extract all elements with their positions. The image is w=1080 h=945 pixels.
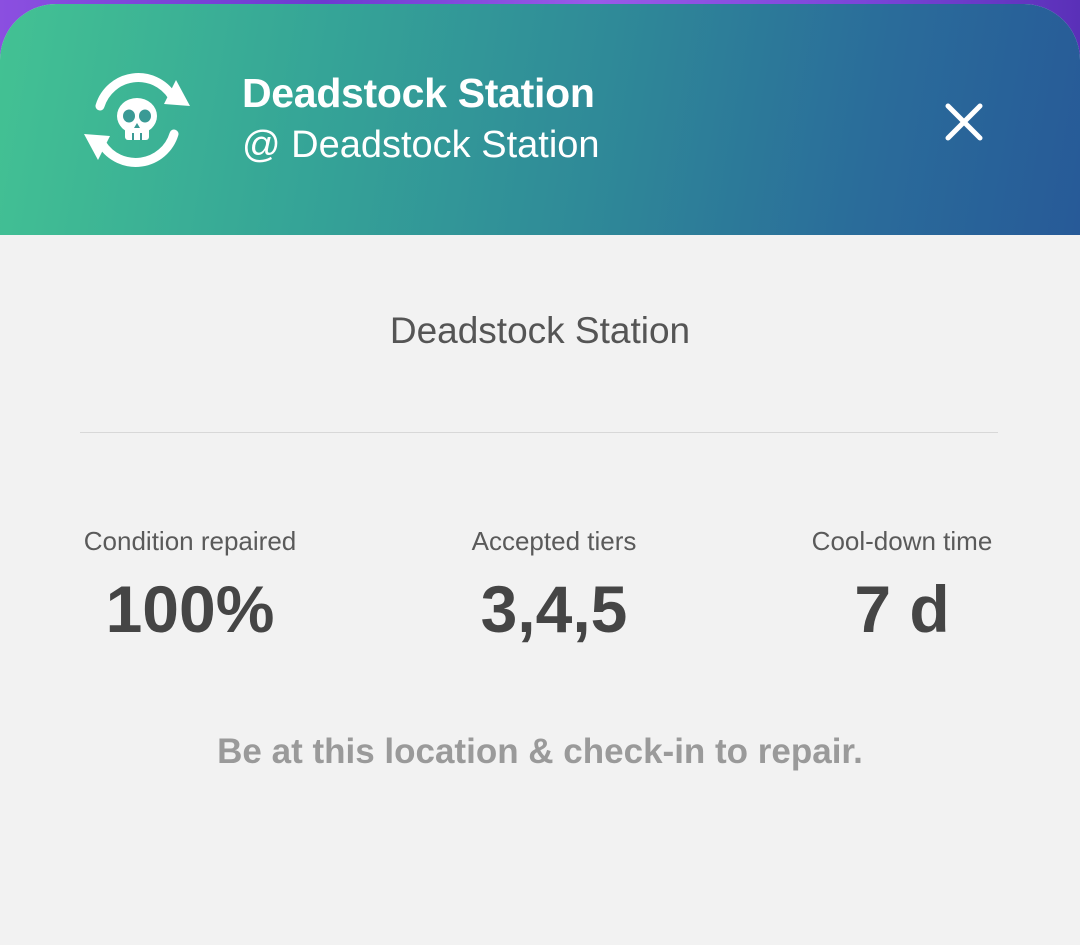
location-detail-modal: Deadstock Station @ Deadstock Station De… [0, 4, 1080, 945]
stat-condition-repaired: Condition repaired 100% [40, 526, 340, 647]
stat-label: Accepted tiers [471, 526, 637, 556]
stat-label: Cool-down time [811, 526, 993, 556]
close-button[interactable] [934, 92, 994, 152]
location-name: Deadstock Station [389, 310, 691, 351]
header-subtitle: @ Deadstock Station [242, 124, 600, 166]
stat-accepted-tiers: Accepted tiers 3,4,5 [404, 526, 704, 647]
stat-cool-down-time: Cool-down time 7 d [752, 526, 1052, 647]
stat-value: 3,4,5 [480, 572, 628, 646]
header-title: Deadstock Station [242, 70, 595, 116]
close-icon [945, 103, 983, 141]
skull-repair-cycle-icon [80, 66, 194, 174]
check-in-hint: Be at this location & check-in to repair… [217, 732, 863, 771]
divider [80, 432, 998, 433]
modal-header: Deadstock Station @ Deadstock Station [0, 4, 1080, 235]
stat-value: 7 d [854, 572, 950, 646]
stat-value: 100% [105, 572, 275, 646]
stat-label: Condition repaired [83, 526, 297, 556]
